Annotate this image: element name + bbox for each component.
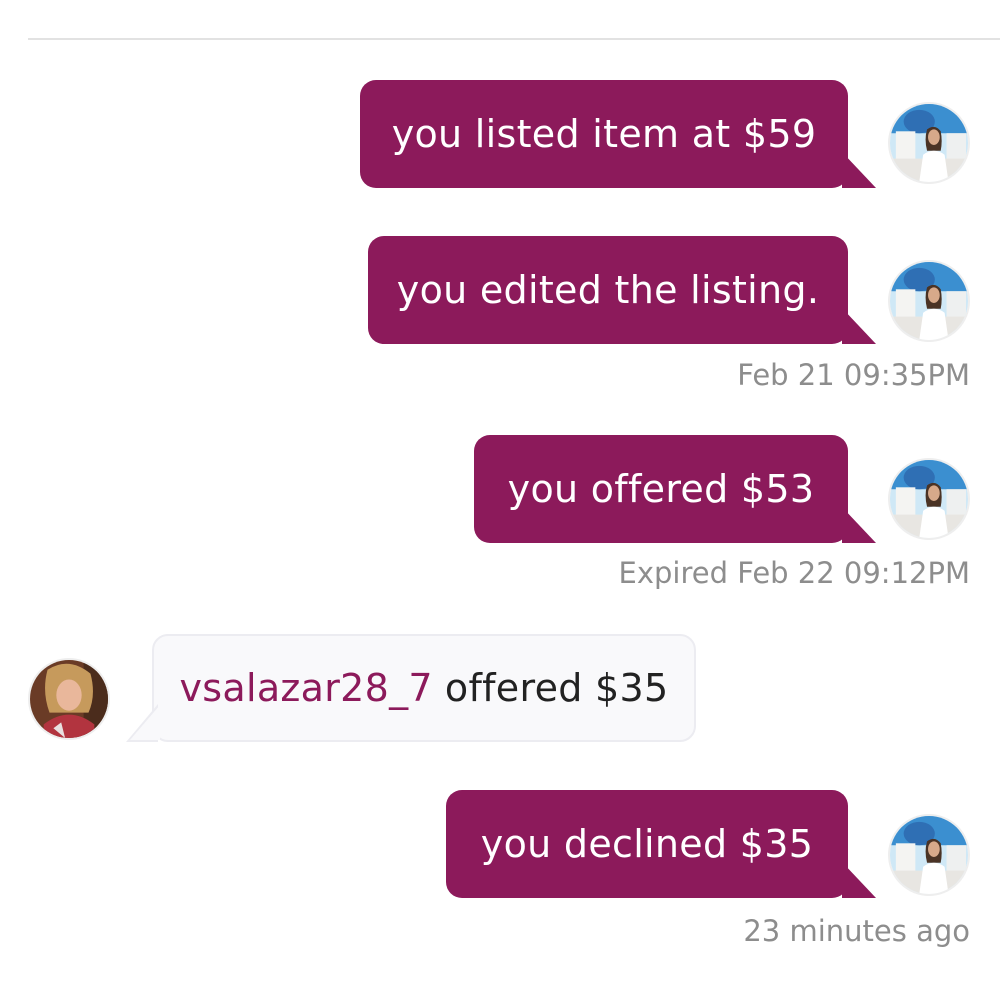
avatar-photo-icon: [890, 262, 968, 340]
message-bubble-incoming-offer: vsalazar28_7 offered $35: [126, 634, 696, 742]
message-text: you offered $53: [507, 467, 815, 511]
message-bubble-edited: you edited the listing.: [368, 236, 876, 344]
timestamp: Feb 21 09:35PM: [737, 358, 970, 392]
own-avatar[interactable]: [888, 102, 970, 184]
own-avatar[interactable]: [888, 814, 970, 896]
message-bubble-declined: you declined $35: [446, 790, 876, 898]
timestamp: 23 minutes ago: [743, 914, 970, 948]
message-bubble-listed: you listed item at $59: [360, 80, 876, 188]
avatar-photo-icon: [890, 816, 968, 894]
message-text: you declined $35: [480, 822, 814, 866]
timestamp: Expired Feb 22 09:12PM: [618, 556, 970, 590]
message-text: offered $35: [444, 666, 669, 710]
message-text: you listed item at $59: [391, 112, 817, 156]
message-text: you edited the listing.: [396, 268, 820, 312]
other-user-avatar[interactable]: [28, 658, 110, 740]
top-divider: [28, 38, 1000, 40]
avatar-photo-icon: [30, 660, 108, 738]
avatar-photo-icon: [890, 104, 968, 182]
avatar-photo-icon: [890, 460, 968, 538]
own-avatar[interactable]: [888, 458, 970, 540]
username-link[interactable]: vsalazar28_7: [180, 666, 433, 710]
message-bubble-offered: you offered $53: [474, 435, 876, 543]
own-avatar[interactable]: [888, 260, 970, 342]
